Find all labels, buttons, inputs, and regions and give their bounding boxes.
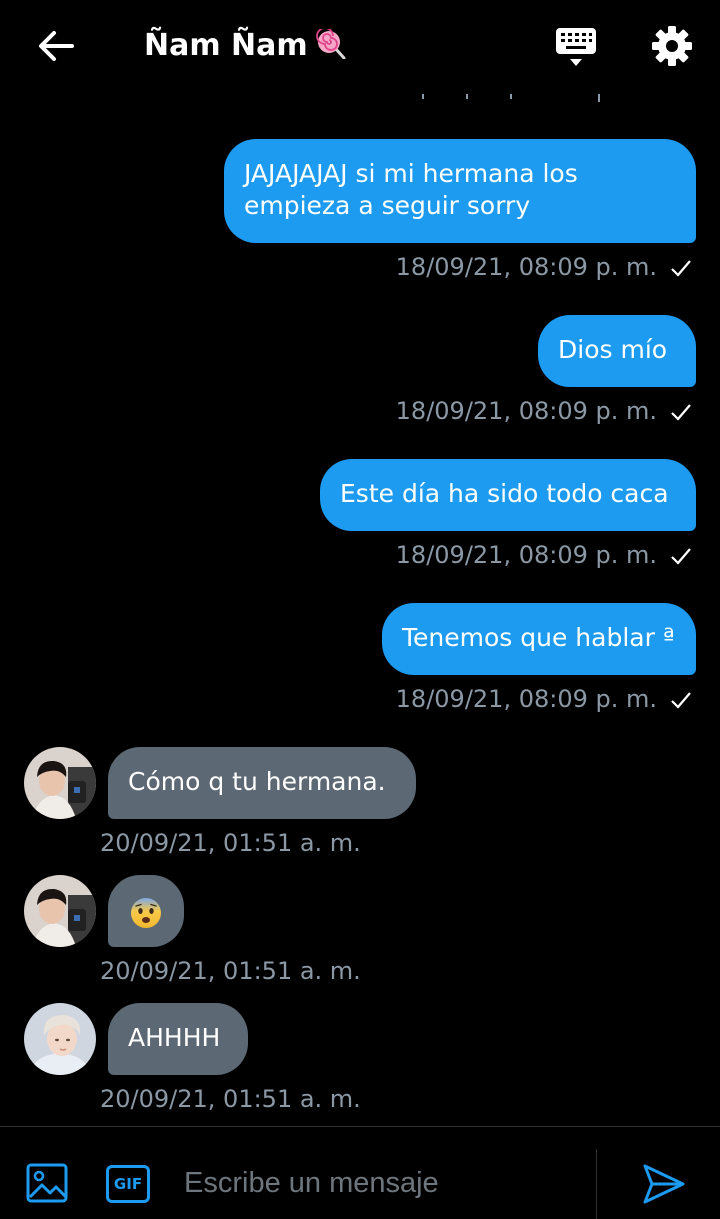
- back-arrow-icon[interactable]: [36, 26, 76, 66]
- outgoing-message-bubble[interactable]: JAJAJAJAJ si mi hermana los empieza a se…: [224, 139, 696, 243]
- sent-check-icon: [671, 692, 691, 709]
- message-composer: GIF: [0, 1126, 720, 1219]
- composer-divider: [596, 1149, 597, 1219]
- message-text-line: Este día ha sido todo caca: [340, 479, 669, 508]
- incoming-message-bubble[interactable]: AHHHH: [108, 1003, 248, 1075]
- message-timestamp: 18/09/21, 08:09 p. m.: [395, 541, 657, 569]
- message-text-line: empieza a seguir sorry: [244, 191, 531, 220]
- message-timestamp: 20/09/21, 01:51 a. m.: [100, 1085, 361, 1113]
- anxious-face-icon: [131, 898, 161, 928]
- gif-button[interactable]: GIF: [106, 1165, 150, 1203]
- message-timestamp: 18/09/21, 08:09 p. m.: [395, 253, 657, 281]
- chat-header: Ñam Ñam: [0, 0, 720, 92]
- keyboard-icon[interactable]: [554, 24, 598, 70]
- sender-avatar[interactable]: [24, 875, 96, 947]
- message-timestamp: 20/09/21, 01:51 a. m.: [100, 829, 361, 857]
- message-timestamp: 20/09/21, 01:51 a. m.: [100, 957, 361, 985]
- sent-check-icon: [671, 404, 691, 421]
- message-timestamp: 18/09/21, 08:09 p. m.: [395, 685, 657, 713]
- outgoing-message-bubble[interactable]: Tenemos que hablar ª: [382, 603, 696, 675]
- message-text: AHHHH: [128, 1023, 221, 1052]
- message-text-line: Tenemos que hablar ª: [402, 623, 675, 652]
- sender-avatar[interactable]: [24, 747, 96, 819]
- settings-gear-icon[interactable]: [650, 24, 694, 68]
- message-text: Cómo q tu hermana.: [128, 767, 386, 796]
- outgoing-message-bubble[interactable]: Dios mío: [538, 315, 696, 387]
- sent-check-icon: [671, 260, 691, 277]
- sent-check-icon: [671, 548, 691, 565]
- cut-off-timestamp-fragment: [422, 94, 600, 102]
- message-input[interactable]: [184, 1161, 584, 1205]
- outgoing-message-bubble[interactable]: Este día ha sido todo caca: [320, 459, 696, 531]
- conversation-title[interactable]: Ñam Ñam: [144, 24, 346, 68]
- lollipop-icon: [315, 29, 346, 59]
- incoming-message-bubble[interactable]: [108, 875, 184, 947]
- incoming-message-bubble[interactable]: Cómo q tu hermana.: [108, 747, 416, 819]
- message-text-line: Dios mío: [558, 335, 668, 364]
- message-timestamp: 18/09/21, 08:09 p. m.: [395, 397, 657, 425]
- send-icon[interactable]: [642, 1163, 686, 1205]
- sender-avatar[interactable]: [24, 1003, 96, 1075]
- conversation-name: Ñam Ñam: [144, 28, 308, 63]
- message-text-line: JAJAJAJAJ si mi hermana los: [244, 159, 578, 188]
- image-icon[interactable]: [26, 1163, 70, 1203]
